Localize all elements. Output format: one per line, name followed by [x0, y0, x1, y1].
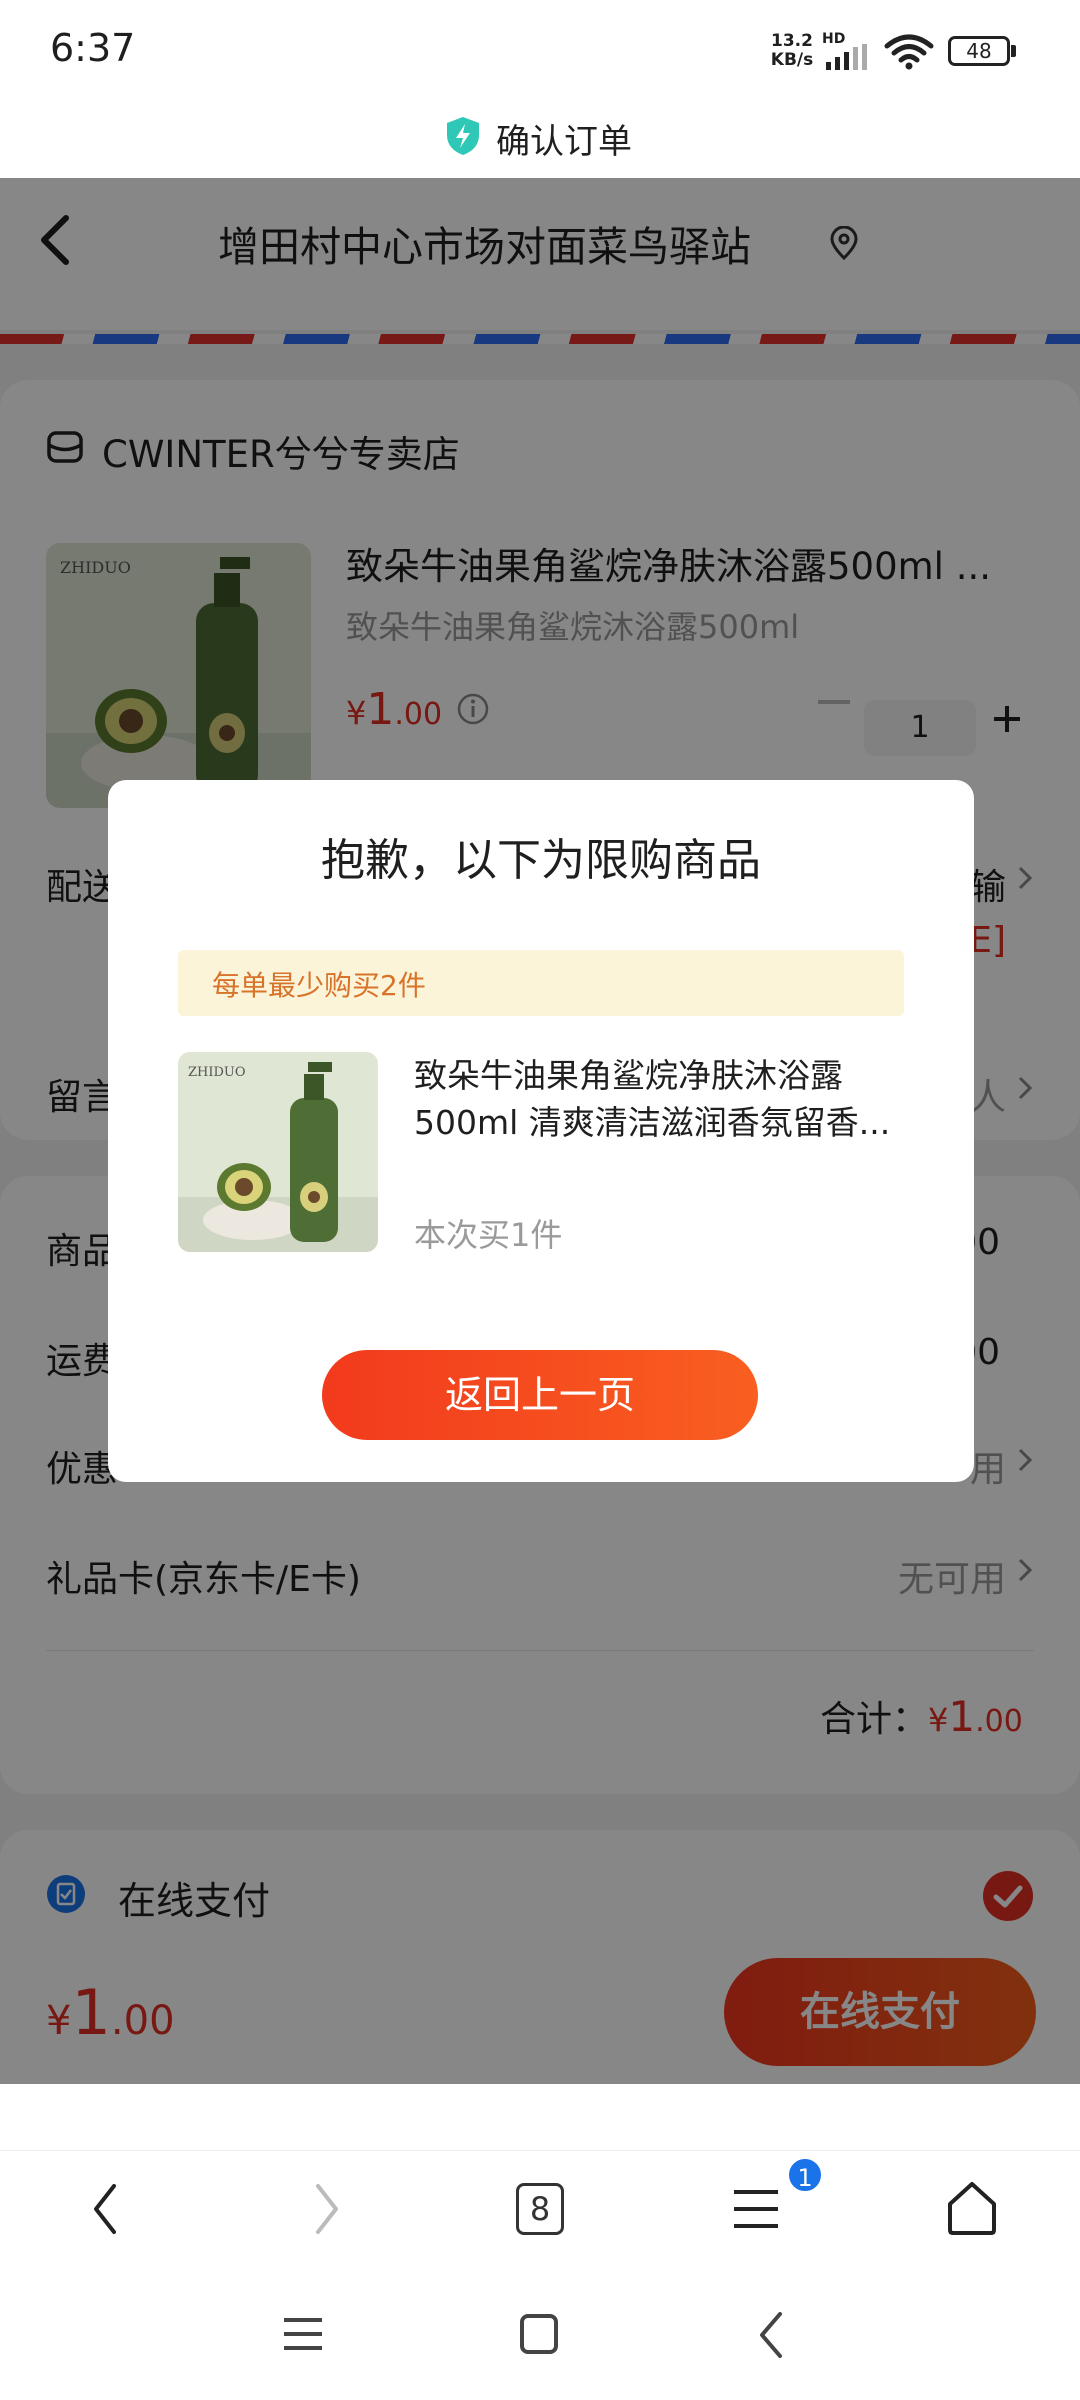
- wifi-icon: [884, 34, 934, 70]
- home-icon[interactable]: [946, 2180, 998, 2236]
- network-speed-value: 13.2: [771, 31, 813, 51]
- battery-icon: 48: [948, 36, 1018, 66]
- dialog-product-title: 致朵牛油果角鲨烷净肤沐浴露500ml 清爽清洁滋润香氛留香...: [414, 1056, 891, 1142]
- return-button[interactable]: 返回上一页: [322, 1350, 758, 1440]
- recent-apps-icon[interactable]: [282, 2314, 324, 2354]
- network-speed-unit: KB/s: [770, 50, 814, 70]
- shield-icon: [447, 117, 479, 155]
- network-speed: 13.2 KB/s: [768, 32, 816, 70]
- menu-icon[interactable]: [732, 2186, 780, 2232]
- dialog-title: 抱歉，以下为限购商品: [321, 835, 761, 886]
- battery-level: 48: [948, 36, 1010, 66]
- home-button-icon[interactable]: [518, 2312, 560, 2356]
- limit-text: 每单最少购买2件: [212, 969, 426, 1002]
- status-time: 6:37: [50, 26, 136, 70]
- hd-signal-icon: HD: [822, 32, 872, 72]
- page-title: 确认订单: [496, 122, 632, 162]
- dialog-product-image: ZHIDUO: [178, 1052, 378, 1252]
- forward-icon[interactable]: [312, 2182, 342, 2236]
- tabs-icon[interactable]: 8: [516, 2183, 564, 2235]
- system-back-icon[interactable]: [756, 2310, 786, 2360]
- back-icon[interactable]: [90, 2182, 120, 2236]
- menu-badge: 1: [786, 2156, 824, 2194]
- dialog-product-image-brand: ZHIDUO: [188, 1065, 246, 1080]
- dialog-quantity-note: 本次买1件: [414, 1216, 563, 1254]
